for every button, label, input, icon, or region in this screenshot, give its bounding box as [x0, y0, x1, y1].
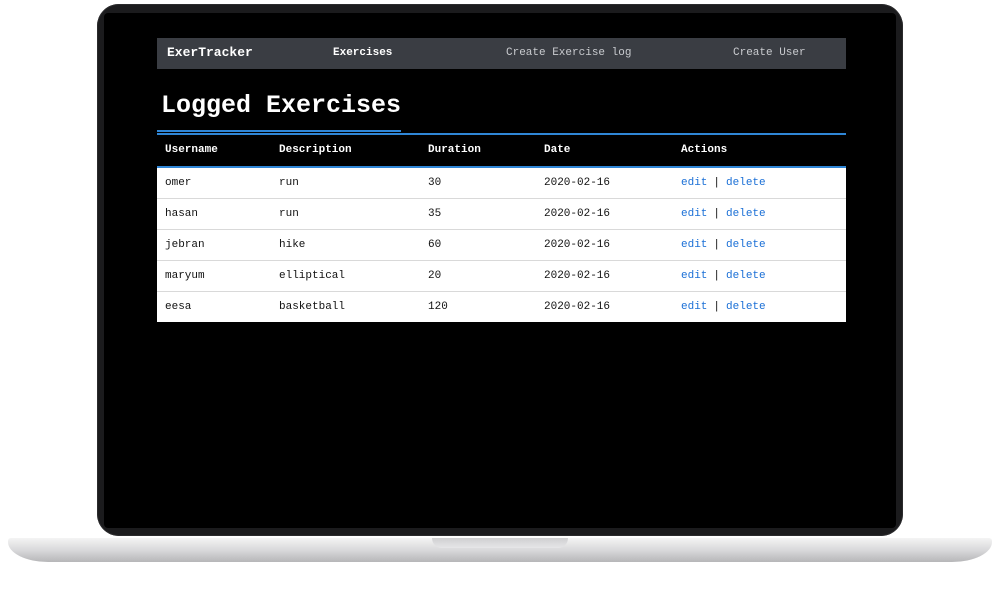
cell-date: 2020-02-16 — [544, 270, 611, 282]
cell-username: hasan — [165, 208, 199, 220]
action-separator: | — [713, 208, 721, 220]
delete-link[interactable]: delete — [726, 301, 766, 313]
action-separator: | — [713, 270, 721, 282]
cell-username: jebran — [165, 239, 205, 251]
cell-actions: edit | delete — [681, 301, 766, 313]
delete-link[interactable]: delete — [726, 208, 766, 220]
brand-link[interactable]: ExerTracker — [167, 45, 253, 60]
cell-date: 2020-02-16 — [544, 177, 611, 189]
cell-username: maryum — [165, 270, 205, 282]
nav-link-create-user[interactable]: Create User — [733, 47, 806, 59]
edit-link[interactable]: edit — [681, 208, 707, 220]
cell-description: hike — [279, 239, 306, 251]
title-underline — [157, 130, 401, 132]
cell-actions: edit | delete — [681, 177, 766, 189]
delete-link[interactable]: delete — [726, 270, 766, 282]
cell-description: run — [279, 177, 299, 189]
action-separator: | — [713, 177, 721, 189]
cell-actions: edit | delete — [681, 208, 766, 220]
column-header-date: Date — [544, 144, 571, 156]
nav-link-create-exercise-log[interactable]: Create Exercise log — [506, 47, 631, 59]
table-header: Username Description Duration Date Actio… — [157, 135, 846, 168]
table-row: omer run 30 2020-02-16 edit | delete — [157, 168, 846, 199]
page-title: Logged Exercises — [161, 91, 402, 120]
cell-actions: edit | delete — [681, 270, 766, 282]
delete-link[interactable]: delete — [726, 177, 766, 189]
cell-username: omer — [165, 177, 192, 189]
cell-duration: 20 — [428, 270, 442, 282]
column-header-username: Username — [165, 144, 218, 156]
edit-link[interactable]: edit — [681, 239, 707, 251]
edit-link[interactable]: edit — [681, 270, 707, 282]
cell-description: run — [279, 208, 299, 220]
column-header-duration: Duration — [428, 144, 481, 156]
action-separator: | — [713, 301, 721, 313]
action-separator: | — [713, 239, 721, 251]
table-row: eesa basketball 120 2020-02-16 edit | dele… — [157, 292, 846, 322]
column-header-description: Description — [279, 144, 352, 156]
table-row: hasan run 35 2020-02-16 edit | delete — [157, 199, 846, 230]
cell-actions: edit | delete — [681, 239, 766, 251]
cell-username: eesa — [165, 301, 192, 313]
cell-duration: 120 — [428, 301, 448, 313]
cell-duration: 30 — [428, 177, 442, 189]
cell-duration: 60 — [428, 239, 442, 251]
table-row: maryum elliptical 20 2020-02-16 edit | del… — [157, 261, 846, 292]
laptop-screen: ExerTracker Exercises Create Exercise lo… — [104, 13, 896, 528]
delete-link[interactable]: delete — [726, 239, 766, 251]
laptop-notch — [432, 538, 568, 548]
edit-link[interactable]: edit — [681, 301, 707, 313]
cell-description: elliptical — [279, 270, 346, 282]
cell-date: 2020-02-16 — [544, 301, 611, 313]
table-row: jebran hike 60 2020-02-16 edit | delete — [157, 230, 846, 261]
navbar: ExerTracker Exercises Create Exercise lo… — [157, 38, 846, 69]
cell-date: 2020-02-16 — [544, 239, 611, 251]
edit-link[interactable]: edit — [681, 177, 707, 189]
exercises-table: Username Description Duration Date Actio… — [157, 133, 846, 322]
cell-duration: 35 — [428, 208, 442, 220]
column-header-actions: Actions — [681, 144, 728, 156]
cell-date: 2020-02-16 — [544, 208, 611, 220]
cell-description: basketball — [279, 301, 346, 313]
nav-link-exercises[interactable]: Exercises — [333, 47, 392, 59]
